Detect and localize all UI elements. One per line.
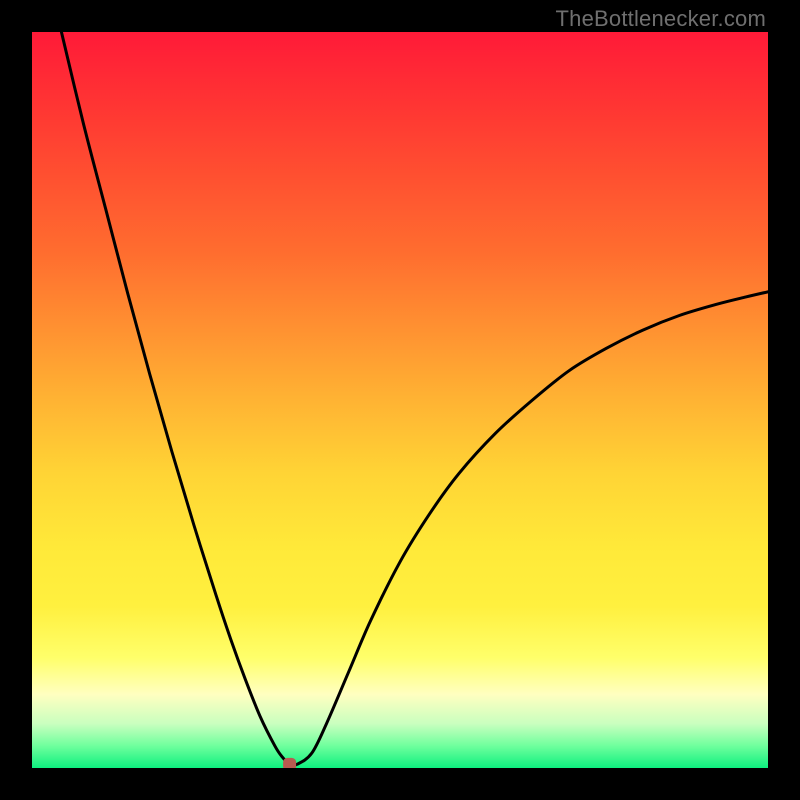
bottleneck-curve xyxy=(61,32,768,765)
chart-stage: TheBottleneсker.com xyxy=(0,0,800,800)
watermark-text: TheBottleneсker.com xyxy=(556,6,766,32)
plot-area xyxy=(32,32,768,768)
min-marker xyxy=(283,758,296,768)
curve-layer xyxy=(32,32,768,768)
